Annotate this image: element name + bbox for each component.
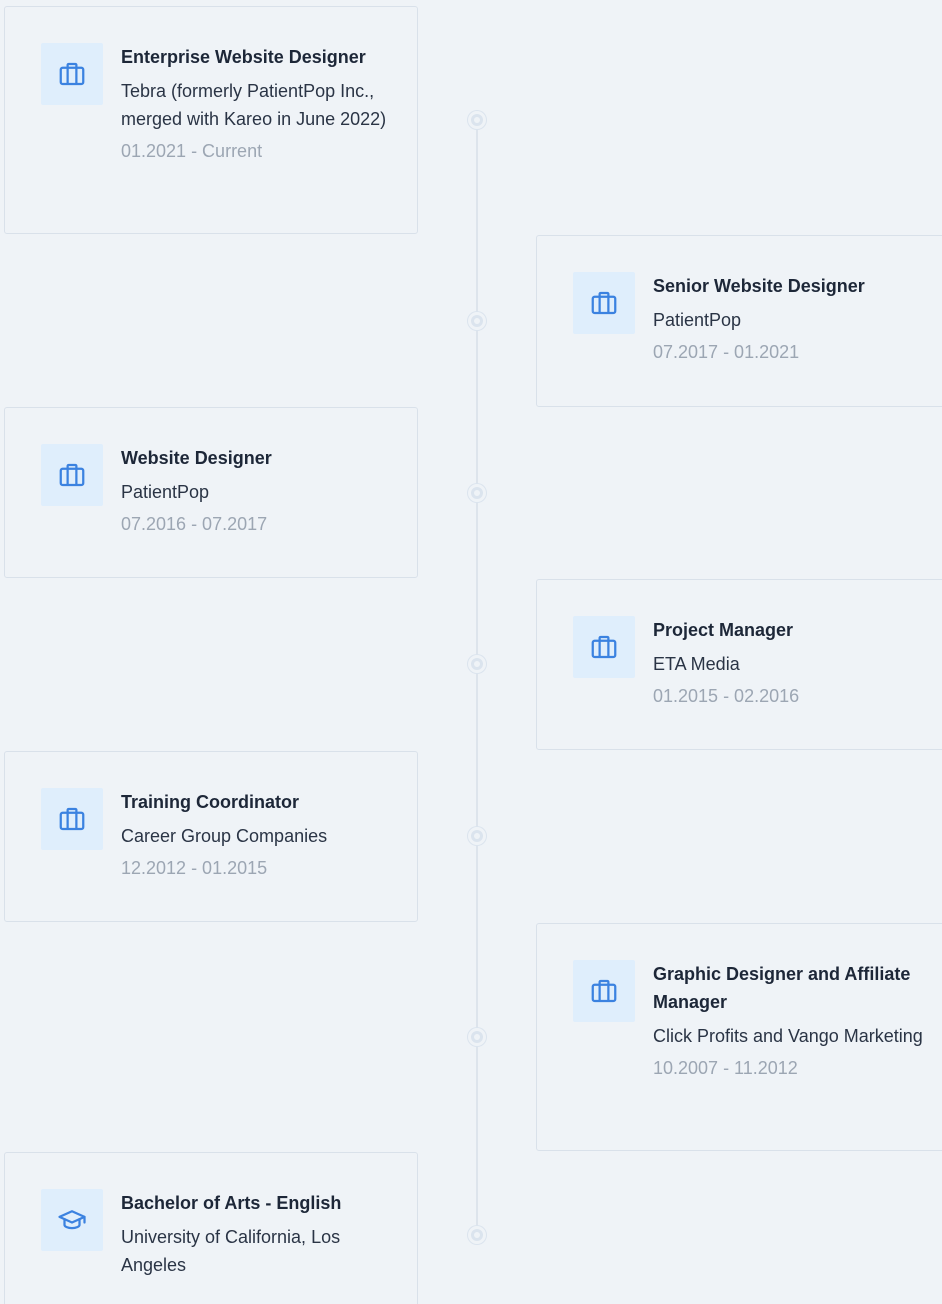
entry-organization: Career Group Companies xyxy=(121,826,328,846)
timeline-card-website-designer: Website Designer PatientPop 07.2016 - 07… xyxy=(4,407,418,578)
entry-dates: 01.2021 - Current xyxy=(121,141,263,161)
entry-organization: PatientPop xyxy=(121,482,210,502)
entry-dates: 07.2016 - 07.2017 xyxy=(121,514,268,534)
entry-organization: Click Profits and Vango Marketing xyxy=(653,1026,923,1046)
briefcase-icon xyxy=(41,444,103,506)
briefcase-icon xyxy=(573,616,635,678)
timeline-axis-line xyxy=(476,120,478,1240)
entry-organization: ETA Media xyxy=(653,654,740,674)
timeline-dot xyxy=(468,1226,486,1244)
experience-timeline: Enterprise Website Designer Tebra (forme… xyxy=(0,0,942,1304)
timeline-card-project-manager: Project Manager ETA Media 01.2015 - 02.2… xyxy=(536,579,942,750)
entry-title: Bachelor of Arts - English xyxy=(121,1193,342,1213)
briefcase-icon xyxy=(41,43,103,105)
timeline-dot xyxy=(468,655,486,673)
entry-dates: 10.2007 - 11.2012 xyxy=(653,1058,798,1078)
briefcase-icon xyxy=(41,788,103,850)
entry-title: Enterprise Website Designer xyxy=(121,47,366,67)
entry-dates: 07.2017 - 01.2021 xyxy=(653,342,800,362)
timeline-dot xyxy=(468,827,486,845)
timeline-card-training-coordinator: Training Coordinator Career Group Compan… xyxy=(4,751,418,922)
entry-dates: 01.2015 - 02.2016 xyxy=(653,686,800,706)
briefcase-icon xyxy=(573,272,635,334)
entry-title: Project Manager xyxy=(653,620,794,640)
timeline-dot xyxy=(468,484,486,502)
timeline-card-bachelor-of-arts: Bachelor of Arts - English University of… xyxy=(4,1152,418,1304)
entry-title: Graphic Designer and Affiliate Manager xyxy=(653,964,911,1012)
entry-title: Senior Website Designer xyxy=(653,276,865,296)
timeline-card-enterprise-website-designer: Enterprise Website Designer Tebra (forme… xyxy=(4,6,418,234)
entry-title: Website Designer xyxy=(121,448,272,468)
timeline-dot xyxy=(468,111,486,129)
timeline-card-graphic-designer-affiliate-manager: Graphic Designer and Affiliate Manager C… xyxy=(536,923,942,1151)
timeline-card-senior-website-designer: Senior Website Designer PatientPop 07.20… xyxy=(536,235,942,407)
entry-organization: Tebra (formerly PatientPop Inc., merged … xyxy=(121,81,387,129)
timeline-dot xyxy=(468,312,486,330)
entry-title: Training Coordinator xyxy=(121,792,299,812)
graduation-cap-icon xyxy=(41,1189,103,1251)
entry-organization: University of California, Los Angeles xyxy=(121,1227,341,1275)
timeline-dot xyxy=(468,1028,486,1046)
entry-dates: 12.2012 - 01.2015 xyxy=(121,858,268,878)
briefcase-icon xyxy=(573,960,635,1022)
entry-organization: PatientPop xyxy=(653,310,742,330)
